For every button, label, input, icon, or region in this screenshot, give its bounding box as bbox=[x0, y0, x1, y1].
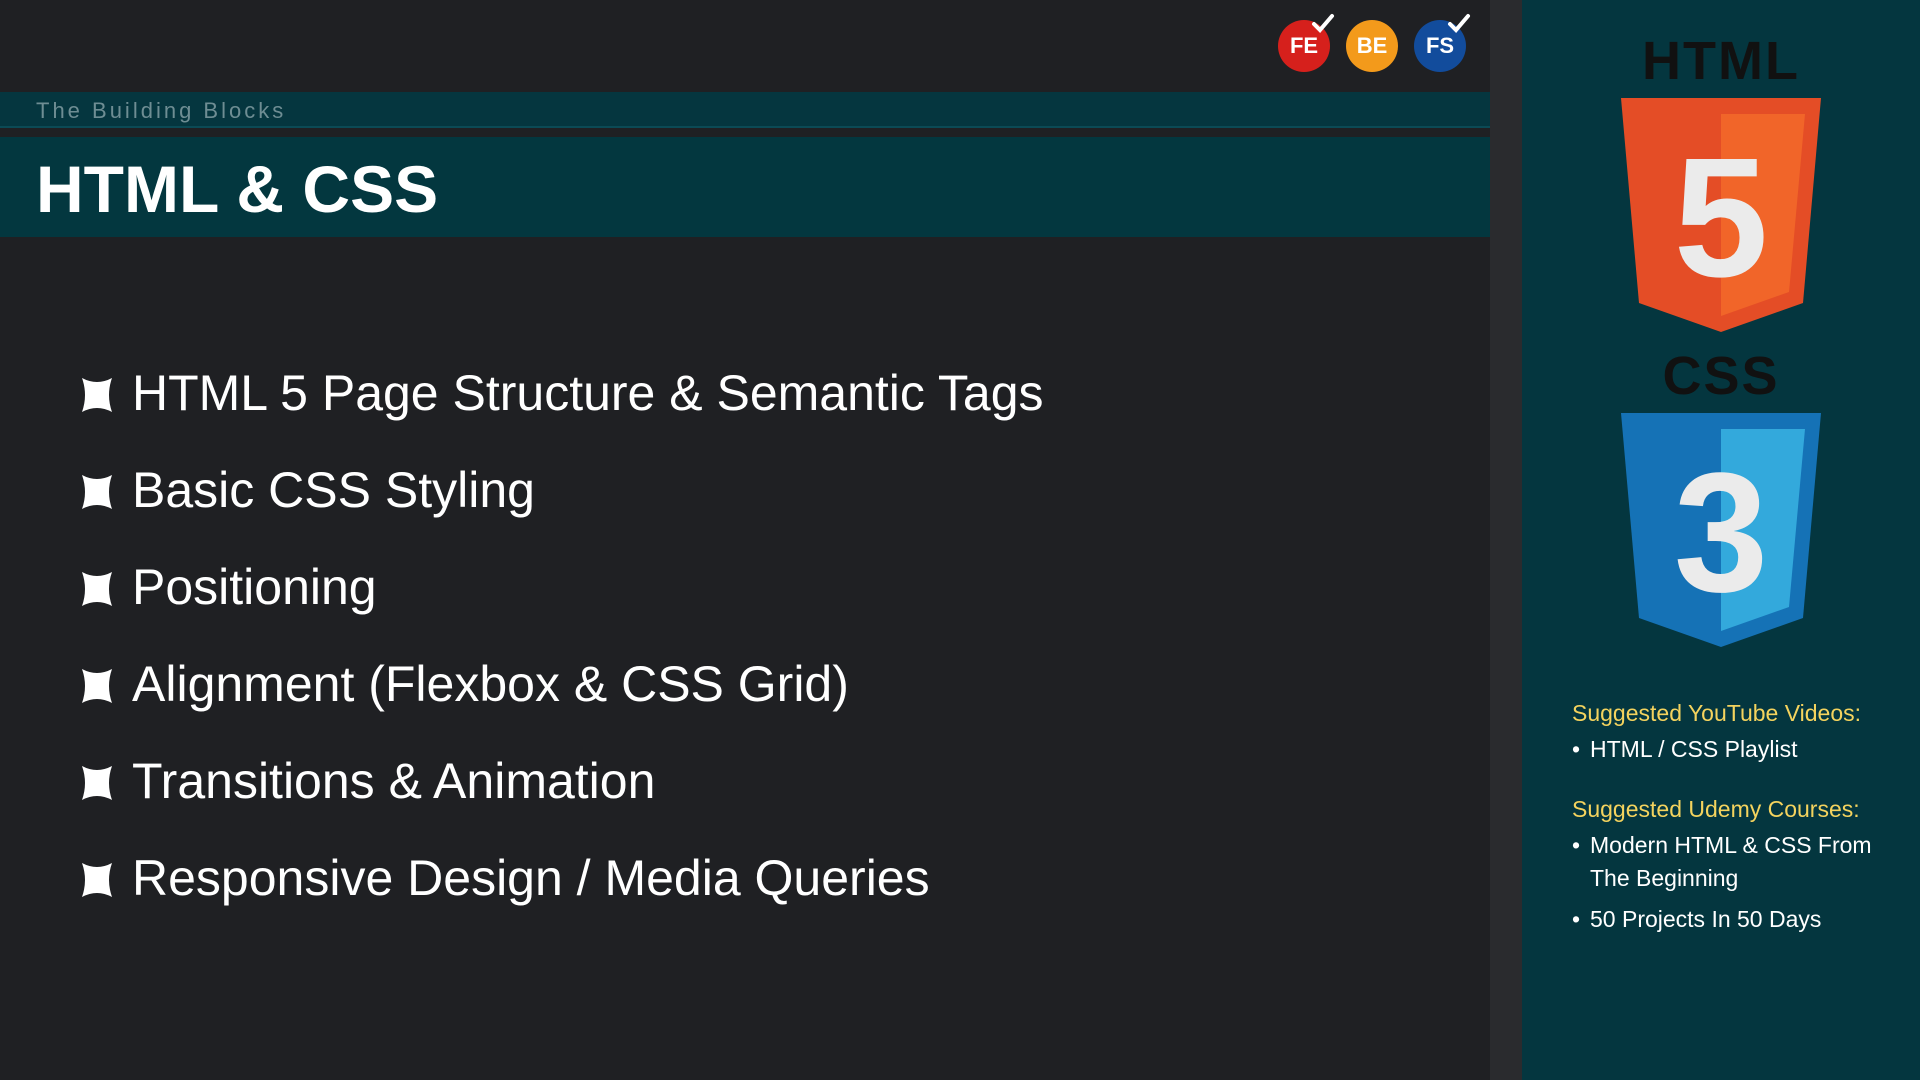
title-bar: HTML & CSS bbox=[0, 137, 1490, 237]
backend-badge: BE bbox=[1346, 20, 1398, 72]
topic-label: HTML 5 Page Structure & Semantic Tags bbox=[132, 365, 1044, 421]
youtube-heading: Suggested YouTube Videos: bbox=[1572, 700, 1862, 726]
badge-label: BE bbox=[1356, 33, 1388, 58]
section-subtitle: The Building Blocks bbox=[36, 98, 287, 123]
panel-divider bbox=[1490, 0, 1522, 1080]
udemy-heading: Suggested Udemy Courses: bbox=[1572, 796, 1860, 822]
html-logo-word: HTML bbox=[1642, 31, 1800, 91]
subheader-bar: The Building Blocks bbox=[0, 92, 1490, 128]
topic-label: Responsive Design / Media Queries bbox=[132, 850, 930, 906]
puzzle-icon bbox=[82, 669, 112, 703]
udemy-link[interactable]: 50 Projects In 50 Days bbox=[1572, 903, 1902, 936]
puzzle-icon bbox=[82, 572, 112, 606]
page-title: HTML & CSS bbox=[36, 152, 439, 226]
html5-logo-number: 5 bbox=[1674, 123, 1769, 313]
udemy-link[interactable]: Modern HTML & CSS From The Beginning bbox=[1572, 829, 1902, 895]
udemy-list: Modern HTML & CSS From The Beginning 50 … bbox=[1572, 829, 1902, 936]
suggestions-panel: Suggested YouTube Videos: HTML / CSS Pla… bbox=[1572, 700, 1902, 936]
puzzle-icon bbox=[82, 475, 112, 509]
topic-label: Transitions & Animation bbox=[132, 753, 656, 809]
check-icon bbox=[1312, 14, 1334, 33]
css-logo-word: CSS bbox=[1662, 346, 1780, 406]
topic-label: Basic CSS Styling bbox=[132, 462, 535, 518]
fullstack-badge: FS bbox=[1414, 14, 1470, 72]
sidebar: HTML 5 CSS 3 Suggested YouTube Videos: H… bbox=[1522, 0, 1920, 1080]
puzzle-icon bbox=[82, 378, 112, 412]
main-panel: FE BE FS The Building Blocks HTML & CSS … bbox=[0, 0, 1490, 1080]
topic-label: Positioning bbox=[132, 559, 377, 615]
puzzle-icon bbox=[82, 766, 112, 800]
css3-logo-icon: 3 bbox=[1621, 413, 1821, 647]
topic-label: Alignment (Flexbox & CSS Grid) bbox=[132, 656, 849, 712]
frontend-badge: FE bbox=[1278, 14, 1334, 72]
badge-label: FE bbox=[1289, 33, 1319, 58]
youtube-list: HTML / CSS Playlist bbox=[1572, 733, 1902, 766]
check-icon bbox=[1448, 14, 1470, 33]
css3-logo-number: 3 bbox=[1674, 438, 1769, 628]
puzzle-icon bbox=[82, 863, 112, 897]
youtube-link[interactable]: HTML / CSS Playlist bbox=[1572, 733, 1902, 766]
badge-label: FS bbox=[1425, 33, 1455, 58]
html5-logo-icon: 5 bbox=[1621, 98, 1821, 332]
